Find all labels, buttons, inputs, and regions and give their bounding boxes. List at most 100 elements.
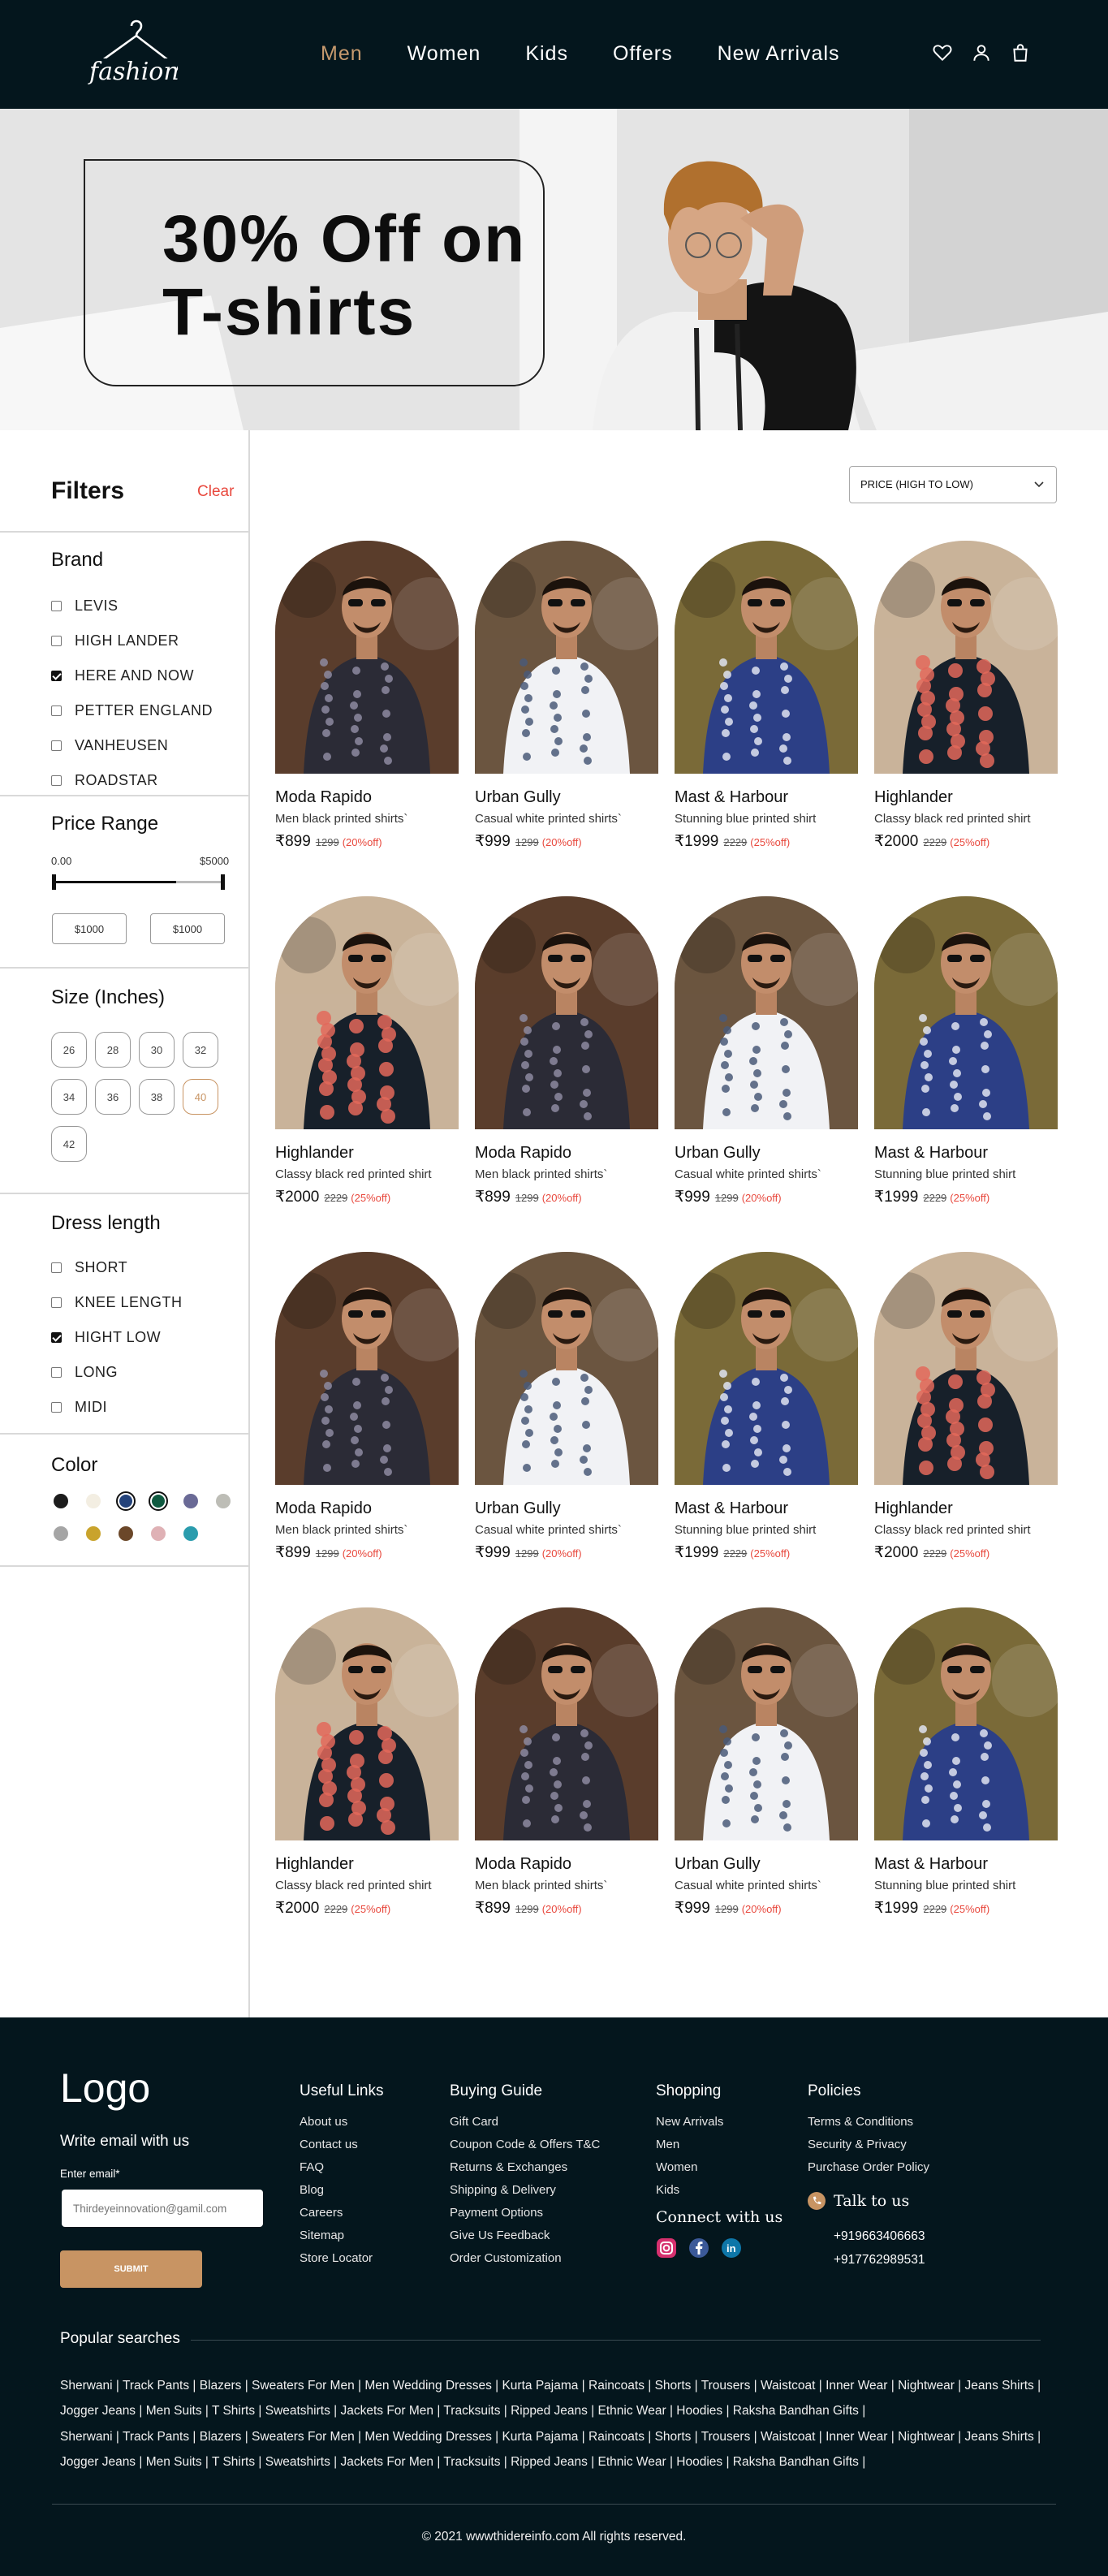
product-image[interactable]: [874, 1252, 1058, 1485]
product-image[interactable]: [675, 1252, 858, 1485]
color-swatch[interactable]: [149, 1524, 168, 1543]
footer-link[interactable]: Order Customization: [450, 2251, 600, 2265]
dress-length-option[interactable]: SHORT: [51, 1259, 248, 1276]
product-name[interactable]: Mast & Harbour: [675, 788, 858, 807]
color-swatch[interactable]: [116, 1524, 136, 1543]
product-name[interactable]: Urban Gully: [475, 788, 658, 807]
nav-kids[interactable]: Kids: [525, 42, 568, 66]
footer-link[interactable]: Women: [656, 2160, 782, 2174]
checkbox[interactable]: [51, 671, 62, 681]
color-swatch[interactable]: [181, 1524, 200, 1543]
footer-logo[interactable]: Logo: [60, 2065, 150, 2112]
dress-length-option[interactable]: LONG: [51, 1364, 248, 1381]
linkedin-icon[interactable]: in: [721, 2237, 742, 2259]
product-image[interactable]: [275, 896, 459, 1129]
brand-option[interactable]: PETTER ENGLAND: [51, 702, 248, 719]
product-card[interactable]: Urban Gully Casual white printed shirts` ₹…: [675, 896, 858, 1206]
facebook-icon[interactable]: [688, 2237, 709, 2259]
footer-link[interactable]: Coupon Code & Offers T&C: [450, 2138, 600, 2151]
footer-link[interactable]: Careers: [300, 2206, 384, 2220]
product-image[interactable]: [475, 541, 658, 774]
footer-link[interactable]: Shipping & Delivery: [450, 2183, 600, 2197]
color-swatch[interactable]: [51, 1491, 71, 1511]
footer-link[interactable]: Security & Privacy: [808, 2138, 929, 2151]
product-card[interactable]: Mast & Harbour Stunning blue printed shir…: [874, 896, 1058, 1206]
product-card[interactable]: Moda Rapido Men black printed shirts` ₹899…: [275, 541, 459, 851]
price-min-handle[interactable]: [52, 874, 56, 890]
checkbox[interactable]: [51, 1367, 62, 1378]
product-card[interactable]: Highlander Classy black red printed shirt…: [275, 896, 459, 1206]
popular-searches-1[interactable]: Sherwani | Track Pants | Blazers | Sweat…: [60, 2373, 1050, 2423]
product-name[interactable]: Moda Rapido: [475, 1855, 658, 1874]
size-option[interactable]: 30: [139, 1032, 175, 1068]
product-image[interactable]: [475, 896, 658, 1129]
color-swatch[interactable]: [116, 1491, 136, 1511]
size-option[interactable]: 36: [95, 1079, 131, 1115]
footer-link[interactable]: Terms & Conditions: [808, 2115, 929, 2129]
product-card[interactable]: Highlander Classy black red printed shirt…: [874, 541, 1058, 851]
size-option[interactable]: 28: [95, 1032, 131, 1068]
product-image[interactable]: [675, 1607, 858, 1840]
footer-link[interactable]: Sitemap: [300, 2229, 384, 2242]
price-max-handle[interactable]: [221, 874, 225, 890]
promo-banner[interactable]: 30% Off on T-shirts: [0, 109, 1108, 430]
product-name[interactable]: Highlander: [275, 1855, 459, 1874]
nav-offers[interactable]: Offers: [613, 42, 673, 66]
brand-option[interactable]: LEVIS: [51, 598, 248, 615]
product-image[interactable]: [475, 1607, 658, 1840]
product-name[interactable]: Highlander: [874, 788, 1058, 807]
footer-link[interactable]: Gift Card: [450, 2115, 600, 2129]
color-swatch[interactable]: [149, 1491, 168, 1511]
footer-link[interactable]: Contact us: [300, 2138, 384, 2151]
size-option[interactable]: 40: [183, 1079, 218, 1115]
checkbox[interactable]: [51, 705, 62, 716]
product-name[interactable]: Moda Rapido: [475, 1144, 658, 1163]
brand-option[interactable]: HERE AND NOW: [51, 667, 248, 684]
sort-dropdown[interactable]: PRICE (HIGH TO LOW): [849, 466, 1057, 503]
product-image[interactable]: [275, 1607, 459, 1840]
footer-link[interactable]: FAQ: [300, 2160, 384, 2174]
color-swatch[interactable]: [51, 1524, 71, 1543]
product-card[interactable]: Urban Gully Casual white printed shirts` ₹…: [475, 541, 658, 851]
product-card[interactable]: Urban Gully Casual white printed shirts` ₹…: [675, 1607, 858, 1918]
product-name[interactable]: Urban Gully: [675, 1144, 858, 1163]
heart-icon[interactable]: [932, 42, 953, 63]
product-name[interactable]: Urban Gully: [475, 1499, 658, 1518]
dress-length-option[interactable]: KNEE LENGTH: [51, 1294, 248, 1311]
product-image[interactable]: [874, 541, 1058, 774]
size-option[interactable]: 42: [51, 1126, 87, 1162]
product-name[interactable]: Highlander: [275, 1144, 459, 1163]
hanger-logo-icon[interactable]: fashion: [81, 15, 187, 92]
footer-link[interactable]: Purchase Order Policy: [808, 2160, 929, 2174]
checkbox[interactable]: [51, 601, 62, 611]
footer-link[interactable]: Payment Options: [450, 2206, 600, 2220]
footer-link[interactable]: About us: [300, 2115, 384, 2129]
nav-women[interactable]: Women: [407, 42, 481, 66]
product-image[interactable]: [874, 896, 1058, 1129]
size-option[interactable]: 34: [51, 1079, 87, 1115]
size-option[interactable]: 32: [183, 1032, 218, 1068]
color-swatch[interactable]: [84, 1524, 103, 1543]
product-name[interactable]: Mast & Harbour: [874, 1855, 1058, 1874]
product-name[interactable]: Moda Rapido: [275, 788, 459, 807]
email-input[interactable]: [62, 2190, 263, 2227]
checkbox[interactable]: [51, 636, 62, 646]
product-card[interactable]: Moda Rapido Men black printed shirts` ₹899…: [275, 1252, 459, 1562]
footer-link[interactable]: New Arrivals: [656, 2115, 782, 2129]
bag-icon[interactable]: [1010, 42, 1031, 63]
product-image[interactable]: [675, 541, 858, 774]
price-min-input[interactable]: [52, 913, 127, 944]
checkbox[interactable]: [51, 740, 62, 751]
product-name[interactable]: Highlander: [874, 1499, 1058, 1518]
checkbox[interactable]: [51, 1262, 62, 1273]
footer-link[interactable]: Store Locator: [300, 2251, 384, 2265]
phone-number[interactable]: +919663406663: [834, 2224, 929, 2248]
product-card[interactable]: Highlander Classy black red printed shirt…: [874, 1252, 1058, 1562]
nav-new-arrivals[interactable]: New Arrivals: [718, 42, 840, 66]
popular-searches-2[interactable]: Sherwani | Track Pants | Blazers | Sweat…: [60, 2424, 1050, 2475]
dress-length-option[interactable]: MIDI: [51, 1399, 248, 1416]
footer-link[interactable]: Men: [656, 2138, 782, 2151]
product-name[interactable]: Mast & Harbour: [874, 1144, 1058, 1163]
footer-link[interactable]: Blog: [300, 2183, 384, 2197]
color-swatch[interactable]: [181, 1491, 200, 1511]
